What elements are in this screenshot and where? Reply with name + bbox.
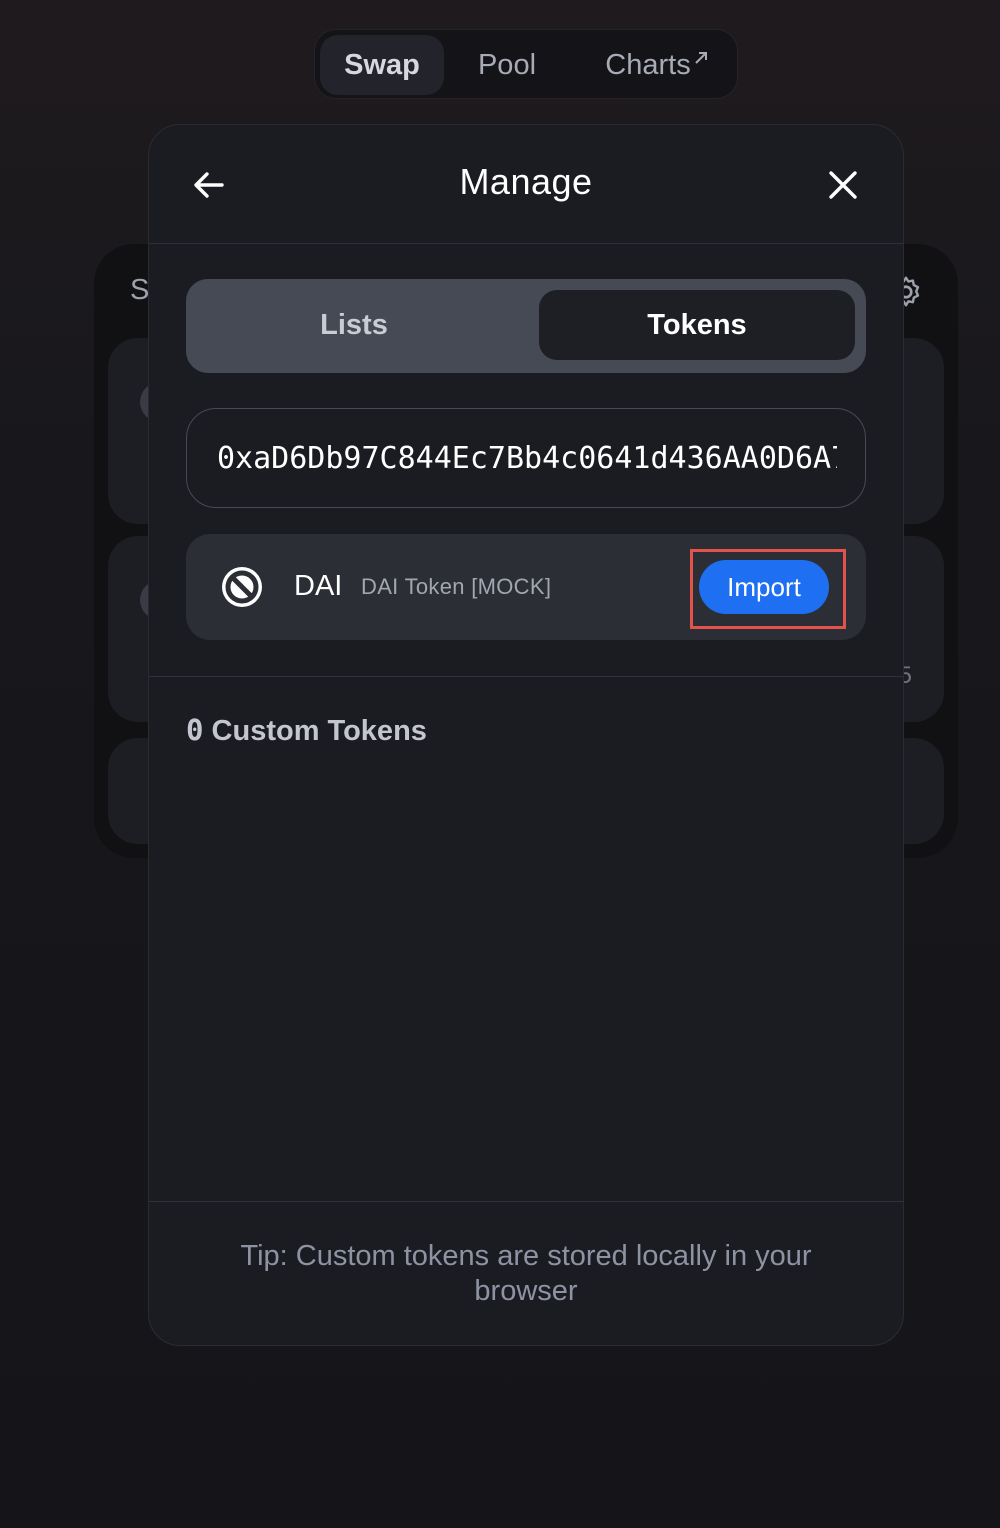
modal-header: Manage bbox=[149, 125, 903, 244]
no-logo-icon bbox=[220, 565, 264, 609]
token-result-row: DAI DAI Token [MOCK] Import bbox=[186, 534, 866, 640]
tab-tokens[interactable]: Tokens bbox=[539, 290, 855, 360]
nav-pool[interactable]: Pool bbox=[457, 35, 557, 95]
divider bbox=[149, 676, 903, 677]
token-name: DAI Token [MOCK] bbox=[361, 574, 552, 599]
modal-title: Manage bbox=[459, 161, 593, 202]
custom-tokens-number: 0 bbox=[186, 713, 204, 747]
close-icon bbox=[829, 171, 857, 199]
nav-charts-label: Charts bbox=[605, 49, 691, 81]
divider bbox=[149, 1201, 903, 1202]
custom-tokens-label: Custom Tokens bbox=[211, 715, 427, 747]
tab-lists[interactable]: Lists bbox=[196, 290, 512, 360]
swap-card-title: S bbox=[130, 274, 150, 306]
external-link-icon bbox=[693, 27, 709, 87]
tip-text: Tip: Custom tokens are stored locally in… bbox=[240, 1240, 812, 1307]
import-button[interactable]: Import bbox=[699, 560, 829, 614]
nav-swap[interactable]: Swap bbox=[320, 35, 444, 95]
manage-modal: Manage Lists Tokens DAI DAI Token [MOCK]… bbox=[148, 124, 904, 1346]
manage-tabs: Lists Tokens bbox=[186, 279, 866, 373]
tab-lists-label: Lists bbox=[320, 309, 388, 341]
nav-charts[interactable]: Charts bbox=[587, 35, 727, 95]
nav-pool-label: Pool bbox=[477, 49, 537, 81]
nav-swap-label: Swap bbox=[344, 49, 420, 81]
custom-tokens-count: 0 Custom Tokens bbox=[186, 713, 427, 748]
close-button[interactable] bbox=[823, 165, 863, 205]
token-address-input[interactable] bbox=[186, 408, 866, 508]
tab-tokens-label: Tokens bbox=[647, 309, 747, 341]
top-nav: Swap Pool Charts bbox=[314, 29, 738, 99]
token-symbol: DAI bbox=[294, 570, 343, 602]
